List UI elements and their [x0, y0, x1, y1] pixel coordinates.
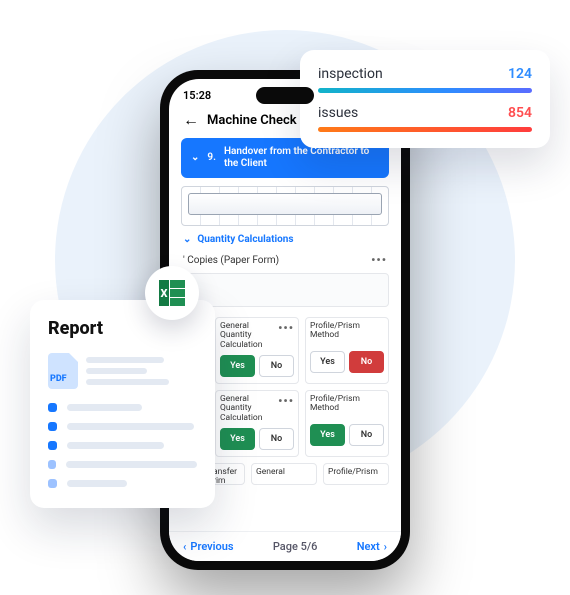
pager: ‹ Previous Page 5/6 Next ›: [169, 531, 401, 561]
page-title: Machine Check: [207, 113, 297, 128]
section-title: Handover from the Contractor to the Clie…: [224, 146, 379, 170]
cell-header: General Quantity Calculation: [220, 322, 275, 350]
next-label: Next: [357, 540, 380, 553]
no-button[interactable]: No: [259, 428, 294, 450]
more-icon[interactable]: •••: [371, 253, 387, 267]
bullet-icon: [48, 441, 57, 450]
phone-notch: [256, 87, 314, 104]
stat-value: 854: [508, 105, 532, 121]
train-diagram: [181, 186, 389, 226]
bullet-icon: [48, 460, 56, 469]
excel-badge: X: [145, 266, 199, 320]
progress-bar: [318, 127, 532, 132]
placeholder-line: [67, 442, 164, 449]
chevron-left-icon: ‹: [183, 540, 186, 553]
cell: Profile/Prism: [323, 463, 389, 485]
empty-field[interactable]: [181, 273, 389, 307]
yes-button[interactable]: Yes: [220, 355, 255, 377]
pdf-row: PDF: [48, 353, 197, 389]
bullet-icon: [48, 403, 57, 412]
report-title: Report: [48, 318, 197, 339]
stat-value: 124: [508, 66, 532, 82]
excel-letter: X: [159, 280, 169, 306]
no-button[interactable]: No: [259, 355, 294, 377]
placeholder-line: [67, 404, 142, 411]
cell-header: General Quantity Calculation: [220, 395, 275, 423]
stat-label: issues: [318, 105, 358, 121]
copies-label: ' Copies (Paper Form): [183, 255, 371, 266]
yes-button[interactable]: Yes: [220, 428, 255, 450]
more-icon[interactable]: •••: [278, 395, 294, 408]
copies-row: ' Copies (Paper Form) •••: [181, 251, 389, 273]
stat-inspection: inspection 124: [318, 66, 532, 93]
cell-header: Profile/Prism Method: [310, 322, 384, 341]
page-indicator: Page 5/6: [273, 540, 318, 553]
list-item: [48, 479, 197, 488]
method-cell: Profile/Prism Method Yes No: [305, 390, 389, 457]
previous-button[interactable]: ‹ Previous: [183, 540, 234, 553]
stats-card: inspection 124 issues 854: [300, 50, 550, 148]
placeholder-line: [66, 461, 197, 468]
list-item: [48, 441, 197, 450]
prev-label: Previous: [190, 540, 233, 553]
bullet-icon: [48, 479, 57, 488]
chevron-down-icon: ⌄: [191, 152, 199, 164]
report-card: Report PDF: [30, 300, 215, 508]
list-item: [48, 460, 197, 469]
progress-bar: [318, 88, 532, 93]
cell: General: [251, 463, 317, 485]
status-time: 15:28: [183, 89, 211, 102]
qty-cell: General Quantity Calculation••• Yes No: [215, 317, 299, 384]
placeholder-line: [67, 423, 194, 430]
chevron-right-icon: ›: [384, 540, 387, 553]
pdf-label: PDF: [50, 374, 67, 384]
back-icon[interactable]: ←: [183, 110, 199, 130]
section-number: 9.: [207, 152, 216, 164]
yes-button[interactable]: Yes: [310, 351, 345, 373]
pdf-icon: PDF: [48, 353, 78, 389]
qty-cell: General Quantity Calculation••• Yes No: [215, 390, 299, 457]
subsection-title: Quantity Calculations: [197, 234, 293, 245]
stat-issues: issues 854: [318, 105, 532, 132]
placeholder-lines: [86, 357, 197, 385]
bullet-icon: [48, 422, 57, 431]
placeholder-line: [67, 480, 127, 487]
no-button[interactable]: No: [349, 424, 384, 446]
list-item: [48, 403, 197, 412]
cell-header: Profile/Prism Method: [310, 395, 384, 414]
next-button[interactable]: Next ›: [357, 540, 387, 553]
chevron-down-icon: ⌄: [183, 234, 191, 245]
method-cell: Profile/Prism Method Yes No: [305, 317, 389, 384]
yes-button[interactable]: Yes: [310, 424, 345, 446]
more-icon[interactable]: •••: [278, 322, 294, 335]
bullet-list: [48, 403, 197, 488]
stat-label: inspection: [318, 66, 383, 82]
list-item: [48, 422, 197, 431]
excel-icon: X: [159, 280, 185, 306]
no-button[interactable]: No: [349, 351, 384, 373]
subsection-toggle[interactable]: ⌄ Quantity Calculations: [169, 232, 401, 251]
